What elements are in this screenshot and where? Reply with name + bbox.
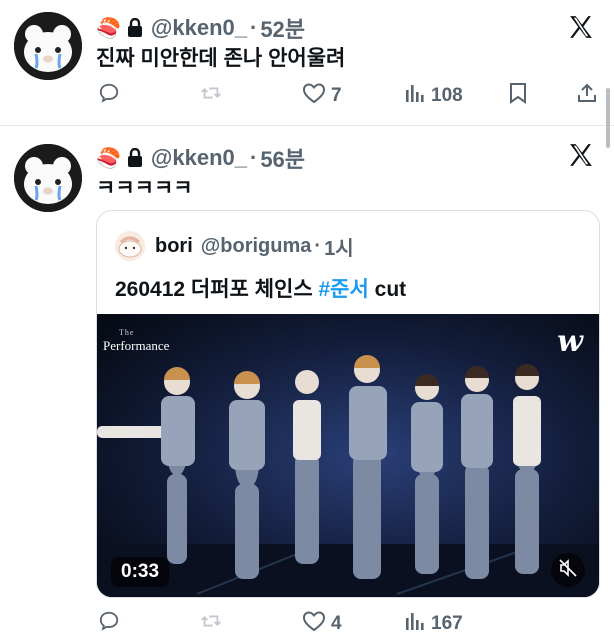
tweet-1[interactable]: 🍣 @kken0_ · 52분 진짜 미안한데 존나 안어울려 7 108 (0, 0, 614, 124)
x-logo-icon (568, 142, 594, 173)
share-icon (576, 82, 603, 110)
tweet-time[interactable]: 56분 (260, 142, 305, 174)
bookmark-button[interactable] (508, 82, 533, 110)
views-count: 167 (431, 613, 463, 634)
like-button[interactable]: 7 (302, 82, 342, 110)
separator-dot: · (314, 234, 322, 257)
share-button[interactable] (576, 82, 603, 110)
hashtag-link[interactable]: #준서 (319, 278, 369, 301)
sushi-emoji: 🍣 (96, 17, 121, 40)
views-icon (404, 82, 431, 110)
separator-dot: · (249, 15, 258, 40)
scrollbar[interactable] (606, 88, 610, 148)
avatar[interactable] (14, 144, 82, 212)
user-handle[interactable]: @kken0_ (151, 15, 247, 41)
quote-author-name[interactable]: bori (155, 235, 193, 258)
tweet-text: 진짜 미안한데 존나 안어울려 (96, 47, 346, 70)
reply-button[interactable] (98, 82, 125, 110)
retweet-icon (200, 82, 227, 110)
weverse-logo: w (557, 324, 583, 359)
like-icon (302, 82, 331, 110)
x-logo-icon (568, 14, 594, 45)
mute-icon (558, 558, 578, 583)
user-handle[interactable]: @kken0_ (151, 145, 247, 171)
show-logo-title: Performance (103, 338, 170, 353)
views-button[interactable]: 167 (404, 610, 463, 638)
avatar[interactable] (14, 12, 82, 80)
views-icon (404, 610, 431, 638)
mute-button[interactable] (551, 553, 585, 587)
quote-text-prefix: 260412 더퍼포 체인스 (115, 278, 319, 301)
quote-time[interactable]: 1시 (324, 232, 354, 261)
like-count: 4 (331, 613, 342, 634)
tweet-actions: 4 167 (96, 610, 606, 640)
video-player[interactable]: The Performance w 0:33 (97, 314, 599, 597)
show-logo: The Performance (103, 326, 169, 352)
lock-icon (127, 18, 143, 38)
sushi-emoji: 🍣 (96, 147, 121, 170)
quote-author-handle[interactable]: @boriguma (201, 235, 312, 258)
retweet-button[interactable] (200, 82, 227, 110)
lock-icon (127, 148, 143, 168)
retweet-button[interactable] (200, 610, 227, 638)
tweet-header: 🍣 @kken0_ · 56분 (96, 142, 305, 174)
quote-text-suffix: cut (368, 278, 407, 301)
bookmark-icon (508, 82, 533, 110)
reply-button[interactable] (98, 610, 125, 638)
video-frame (97, 314, 599, 597)
quote-text: 260412 더퍼포 체인스 #준서 cut (115, 273, 406, 303)
quoted-tweet[interactable]: bori @boriguma · 1시 260412 더퍼포 체인스 #준서 c… (96, 210, 600, 598)
show-logo-small: The (119, 328, 135, 337)
retweet-icon (200, 610, 227, 638)
like-icon (302, 610, 331, 638)
tweet-text: ㅋㅋㅋㅋㅋ (96, 177, 193, 200)
like-count: 7 (331, 85, 342, 106)
tweet-time[interactable]: 52분 (260, 12, 305, 44)
tweet-actions: 7 108 (96, 82, 606, 112)
like-button[interactable]: 4 (302, 610, 342, 638)
views-button[interactable]: 108 (404, 82, 463, 110)
video-duration: 0:33 (111, 557, 170, 587)
separator-dot: · (249, 145, 258, 170)
views-count: 108 (431, 85, 463, 106)
reply-icon (98, 610, 125, 638)
tweet-header: 🍣 @kken0_ · 52분 (96, 12, 305, 44)
reply-icon (98, 82, 125, 110)
quote-header: bori @boriguma · 1시 (115, 231, 354, 261)
quote-avatar[interactable] (115, 231, 145, 261)
